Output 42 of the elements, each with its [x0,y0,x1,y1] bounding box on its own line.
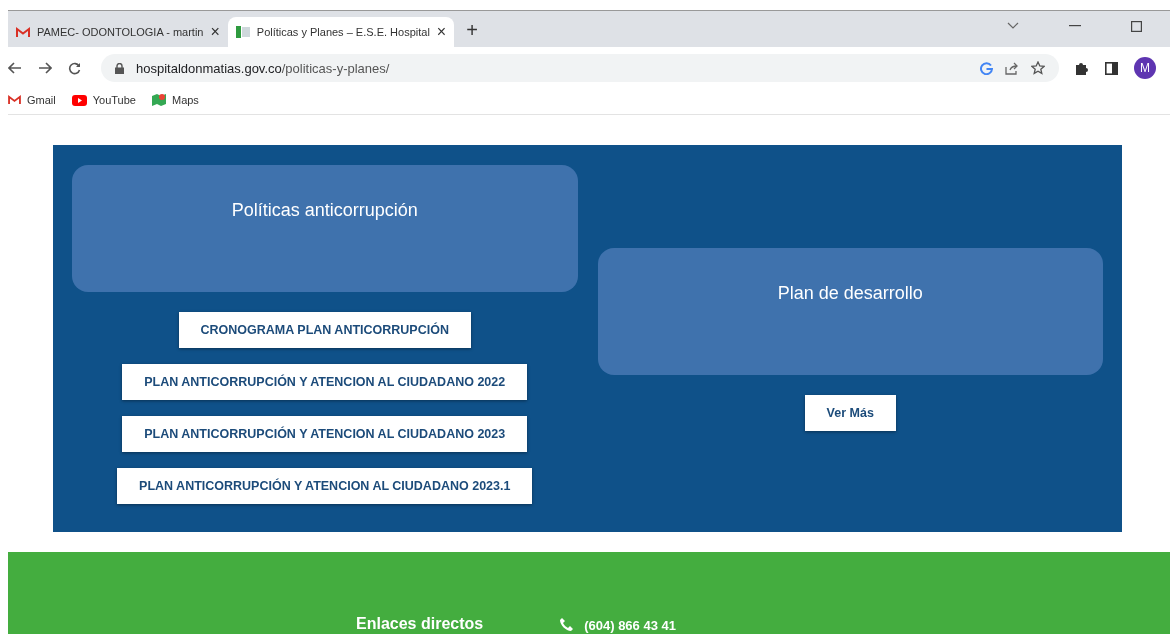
section-card[interactable]: Políticas anticorrupción [72,165,578,292]
forward-icon[interactable] [38,62,52,74]
bookmark[interactable]: YouTube [71,94,136,106]
browser-tab[interactable]: PAMEC- ODONTOLOGIA - martin × [8,17,228,47]
section-card[interactable]: Plan de desarrollo [597,248,1103,375]
phone-icon [559,617,575,632]
play-icon [71,94,87,106]
tab-title: Políticas y Planes – E.S.E. Hospital [256,26,430,38]
close-tab-button[interactable]: × [210,23,220,41]
site-icon [235,25,250,39]
mail-icon [8,95,21,105]
link-button[interactable]: PLAN ANTICORRUPCIÓN Y ATENCION AL CIUDADANO 2022 [122,364,528,400]
profile-avatar[interactable]: M [1134,57,1156,79]
lock-icon [115,62,124,74]
url-text: hospitaldonmatias.gov.co/politicas-y-planes/ [136,60,390,76]
new-tab-button[interactable]: + [466,19,478,42]
back-icon[interactable] [8,62,22,74]
puzzle-icon[interactable] [1075,61,1089,75]
side-panel-icon[interactable] [1105,61,1118,75]
link-button[interactable]: CRONOGRAMA PLAN ANTICORRUPCIÓN [178,312,471,348]
card-title: Políticas anticorrupción [231,200,418,222]
chevron-down-icon[interactable] [1007,22,1019,30]
card-title: Plan de desarrollo [777,283,923,305]
google-icon[interactable] [980,61,993,75]
phone-number: (604) 866 43 41 [584,618,676,633]
tab-title: PAMEC- ODONTOLOGIA - martin [37,26,204,38]
star-icon[interactable] [1031,61,1045,75]
bookmark[interactable]: Maps [151,93,199,107]
map-pin-icon [151,93,166,107]
minimize-icon[interactable] [1069,25,1081,27]
share-icon[interactable] [1005,61,1019,75]
maximize-icon[interactable] [1131,20,1142,32]
address-bar[interactable]: hospitaldonmatias.gov.co/politicas-y-planes/ [101,54,1059,82]
link-button[interactable]: PLAN ANTICORRUPCIÓN Y ATENCION AL CIUDADANO 2023.1 [117,468,533,504]
reload-icon[interactable] [68,61,81,75]
close-tab-button[interactable]: × [436,23,447,41]
mail-icon [16,26,30,38]
link-button[interactable]: Ver Más [804,395,896,431]
browser-tab[interactable]: Políticas y Planes – E.S.E. Hospital × [227,17,455,47]
bookmark[interactable]: Gmail [8,94,56,106]
link-button[interactable]: PLAN ANTICORRUPCIÓN Y ATENCION AL CIUDADANO 2023 [122,416,528,452]
footer-heading: Enlaces directos [356,615,484,633]
